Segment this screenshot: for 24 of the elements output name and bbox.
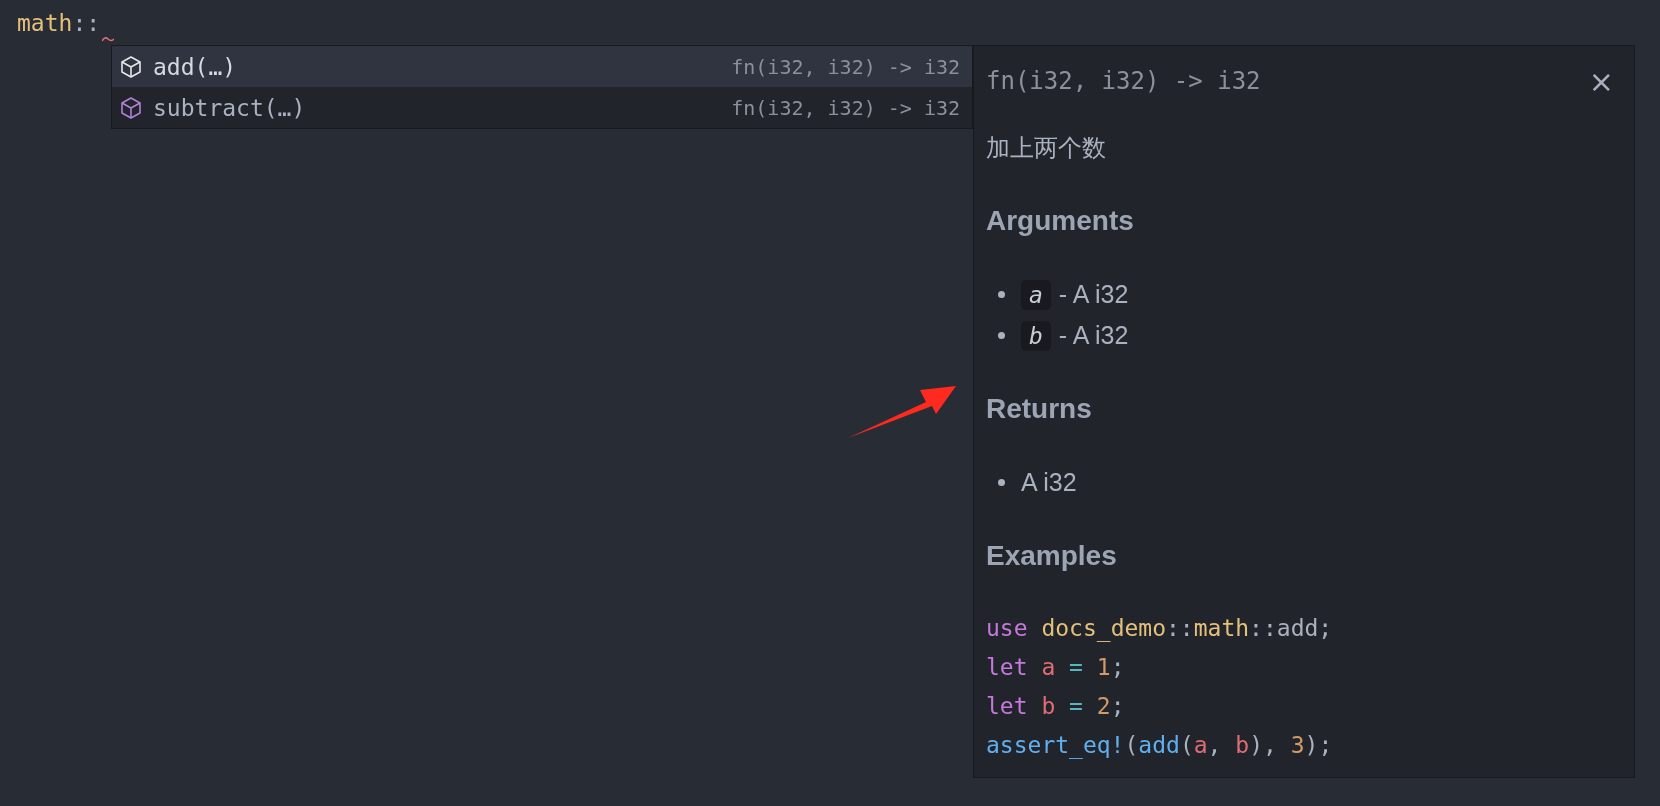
error-squiggle-icon bbox=[102, 36, 114, 42]
completion-item[interactable]: subtract(…) fn(i32, i32) -> i32 bbox=[112, 87, 972, 128]
close-button[interactable]: × bbox=[1580, 63, 1622, 99]
section-heading: Arguments bbox=[986, 204, 1135, 238]
code-line: assert_eq!(add(a, b), 3); bbox=[986, 731, 1334, 761]
code-line: let b = 2; bbox=[986, 692, 1126, 721]
bullet-icon bbox=[998, 332, 1005, 339]
list-item-text: - A i32 bbox=[1058, 280, 1129, 309]
code-line: use docs_demo::math::add; bbox=[986, 614, 1334, 644]
list-item-text: A i32 bbox=[1021, 468, 1077, 497]
code-line: math:: bbox=[17, 9, 101, 38]
inline-code: b bbox=[1021, 320, 1051, 351]
section-heading: Returns bbox=[986, 392, 1093, 426]
list-item-text: - A i32 bbox=[1058, 321, 1129, 350]
bullet-icon bbox=[998, 291, 1005, 298]
cube-icon bbox=[119, 54, 143, 79]
completion-item[interactable]: add(…) fn(i32, i32) -> i32 bbox=[112, 46, 972, 87]
code-line: let a = 1; bbox=[986, 653, 1126, 682]
summary-text: 加上两个数 bbox=[986, 133, 1107, 163]
section-heading: Examples bbox=[986, 539, 1118, 573]
inline-code: a bbox=[1021, 279, 1051, 310]
signature: fn(i32, i32) -> i32 bbox=[986, 67, 1261, 95]
cube-icon bbox=[119, 95, 143, 120]
bullet-icon bbox=[998, 479, 1005, 486]
